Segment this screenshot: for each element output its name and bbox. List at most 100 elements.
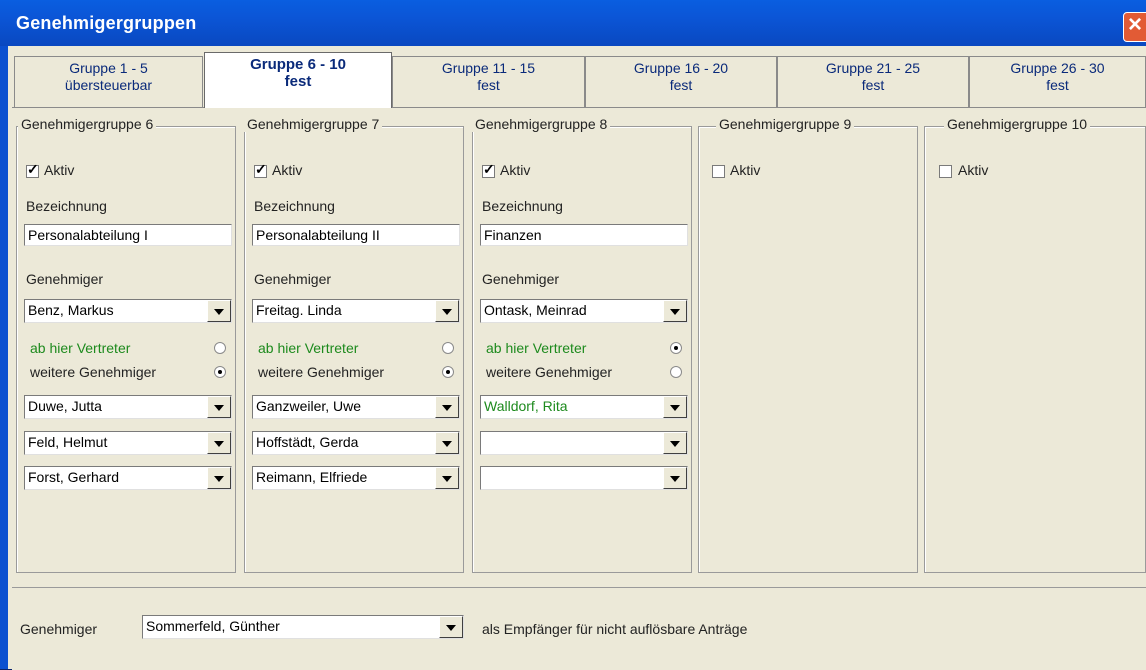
combo-value: Freitag. Linda — [256, 302, 342, 318]
bottom-genehmiger-label: Genehmiger — [20, 621, 98, 637]
check-icon: ✓ — [483, 161, 495, 177]
aktiv-label: Aktiv — [272, 162, 303, 178]
vertreter-radio[interactable] — [214, 342, 226, 354]
tab-label: Gruppe 1 - 5 — [69, 60, 148, 76]
combo-value: Sommerfeld, Günther — [146, 618, 280, 634]
group-title: Genehmigergruppe 6 — [18, 116, 157, 132]
chevron-down-icon — [442, 441, 452, 447]
group-title: Genehmigergruppe 8 — [472, 116, 611, 132]
dropdown-button[interactable] — [435, 396, 459, 418]
vertreter-label: ab hier Vertreter — [486, 340, 587, 356]
tab-gruppe-16-20[interactable]: Gruppe 16 - 20 fest — [585, 56, 777, 107]
chevron-down-icon — [214, 476, 224, 482]
aktiv-checkbox[interactable] — [712, 165, 725, 178]
close-icon[interactable]: × — [1123, 11, 1146, 42]
chevron-down-icon — [446, 625, 456, 631]
extra-genehmiger-select[interactable]: Reimann, Elfriede — [252, 466, 460, 490]
tab-label: Gruppe 6 - 10 — [250, 56, 346, 73]
chevron-down-icon — [214, 405, 224, 411]
group-box-9 — [698, 126, 918, 573]
bezeichnung-field[interactable]: Finanzen — [480, 224, 688, 246]
dropdown-button[interactable] — [435, 467, 459, 489]
bezeichnung-field[interactable]: Personalabteilung I — [24, 224, 232, 246]
dropdown-button[interactable] — [663, 300, 687, 322]
aktiv-label: Aktiv — [730, 162, 761, 178]
combo-value: Walldorf, Rita — [484, 398, 568, 414]
genehmiger-select[interactable]: Ontask, Meinrad — [480, 299, 688, 323]
aktiv-label: Aktiv — [958, 162, 989, 178]
radio-dot — [218, 370, 222, 374]
check-icon: ✓ — [27, 161, 39, 177]
dropdown-button[interactable] — [207, 467, 231, 489]
vertreter-radio[interactable] — [670, 342, 682, 354]
dropdown-button[interactable] — [435, 300, 459, 322]
weitere-label: weitere Genehmiger — [30, 364, 157, 380]
dropdown-button[interactable] — [663, 467, 687, 489]
weitere-label: weitere Genehmiger — [258, 364, 385, 380]
weitere-radio[interactable] — [442, 366, 454, 378]
genehmiger-select[interactable]: Benz, Markus — [24, 299, 232, 323]
tab-gruppe-6-10[interactable]: Gruppe 6 - 10 fest — [204, 52, 392, 108]
vertreter-radio[interactable] — [442, 342, 454, 354]
chevron-down-icon — [670, 441, 680, 447]
chevron-down-icon — [442, 309, 452, 315]
aktiv-checkbox[interactable] — [939, 165, 952, 178]
tab-label: Gruppe 11 - 15 — [441, 60, 536, 76]
bezeichnung-field[interactable]: Personalabteilung II — [252, 224, 460, 246]
extra-genehmiger-select[interactable]: Hoffstädt, Gerda — [252, 431, 460, 455]
dropdown-button[interactable] — [207, 300, 231, 322]
genehmiger-label: Genehmiger — [254, 271, 332, 287]
aktiv-checkbox[interactable]: ✓ — [482, 161, 495, 178]
fallback-genehmiger-select[interactable]: Sommerfeld, Günther — [142, 615, 464, 639]
chevron-down-icon — [442, 405, 452, 411]
genehmiger-label: Genehmiger — [482, 271, 560, 287]
tab-sublabel: übersteuerbar — [64, 77, 153, 93]
genehmiger-label: Genehmiger — [26, 271, 104, 287]
chevron-down-icon — [214, 441, 224, 447]
extra-genehmiger-select[interactable]: Walldorf, Rita — [480, 395, 688, 419]
tab-gruppe-21-25[interactable]: Gruppe 21 - 25 fest — [777, 56, 969, 107]
weitere-radio[interactable] — [214, 366, 226, 378]
weitere-radio[interactable] — [670, 366, 682, 378]
chevron-down-icon — [442, 476, 452, 482]
vertreter-label: ab hier Vertreter — [258, 340, 359, 356]
dropdown-button[interactable] — [207, 432, 231, 454]
group-title: Genehmigergruppe 7 — [244, 116, 383, 132]
combo-value: Duwe, Jutta — [28, 398, 102, 414]
extra-genehmiger-select[interactable] — [480, 431, 688, 455]
aktiv-checkbox[interactable]: ✓ — [254, 161, 267, 178]
dropdown-button[interactable] — [663, 432, 687, 454]
bezeichnung-label: Bezeichnung — [254, 198, 335, 214]
combo-value: Reimann, Elfriede — [256, 469, 368, 485]
tab-sublabel: fest — [477, 77, 500, 93]
aktiv-checkbox[interactable]: ✓ — [26, 161, 39, 178]
combo-value: Ganzweiler, Uwe — [256, 398, 362, 414]
extra-genehmiger-select[interactable]: Ganzweiler, Uwe — [252, 395, 460, 419]
extra-genehmiger-select[interactable]: Feld, Helmut — [24, 431, 232, 455]
dropdown-button[interactable] — [435, 432, 459, 454]
extra-genehmiger-select[interactable]: Forst, Gerhard — [24, 466, 232, 490]
tab-gruppe-1-5[interactable]: Gruppe 1 - 5 übersteuerbar — [14, 56, 203, 107]
group-title: Genehmigergruppe 10 — [944, 116, 1091, 132]
empfaenger-text: als Empfänger für nicht auflösbare Anträ… — [482, 621, 748, 637]
dropdown-button[interactable] — [207, 396, 231, 418]
tab-gruppe-26-30[interactable]: Gruppe 26 - 30 fest — [969, 56, 1146, 107]
tab-sublabel: fest — [669, 77, 693, 93]
combo-value: Hoffstädt, Gerda — [256, 434, 359, 450]
dropdown-button[interactable] — [439, 616, 463, 638]
extra-genehmiger-select[interactable] — [480, 466, 688, 490]
dialog-client: Gruppe 1 - 5 übersteuerbar Gruppe 11 - 1… — [8, 46, 1146, 670]
weitere-label: weitere Genehmiger — [486, 364, 613, 380]
radio-dot — [674, 346, 678, 350]
dropdown-button[interactable] — [663, 396, 687, 418]
window-title: Genehmigergruppen — [16, 13, 197, 33]
chevron-down-icon — [214, 309, 224, 315]
extra-genehmiger-select[interactable]: Duwe, Jutta — [24, 395, 232, 419]
bezeichnung-label: Bezeichnung — [482, 198, 563, 214]
chevron-down-icon — [670, 405, 680, 411]
tab-gruppe-11-15[interactable]: Gruppe 11 - 15 fest — [392, 56, 585, 107]
genehmiger-select[interactable]: Freitag. Linda — [252, 299, 460, 323]
chevron-down-icon — [670, 476, 680, 482]
vertreter-label: ab hier Vertreter — [30, 340, 131, 356]
tab-sublabel: fest — [861, 77, 885, 93]
